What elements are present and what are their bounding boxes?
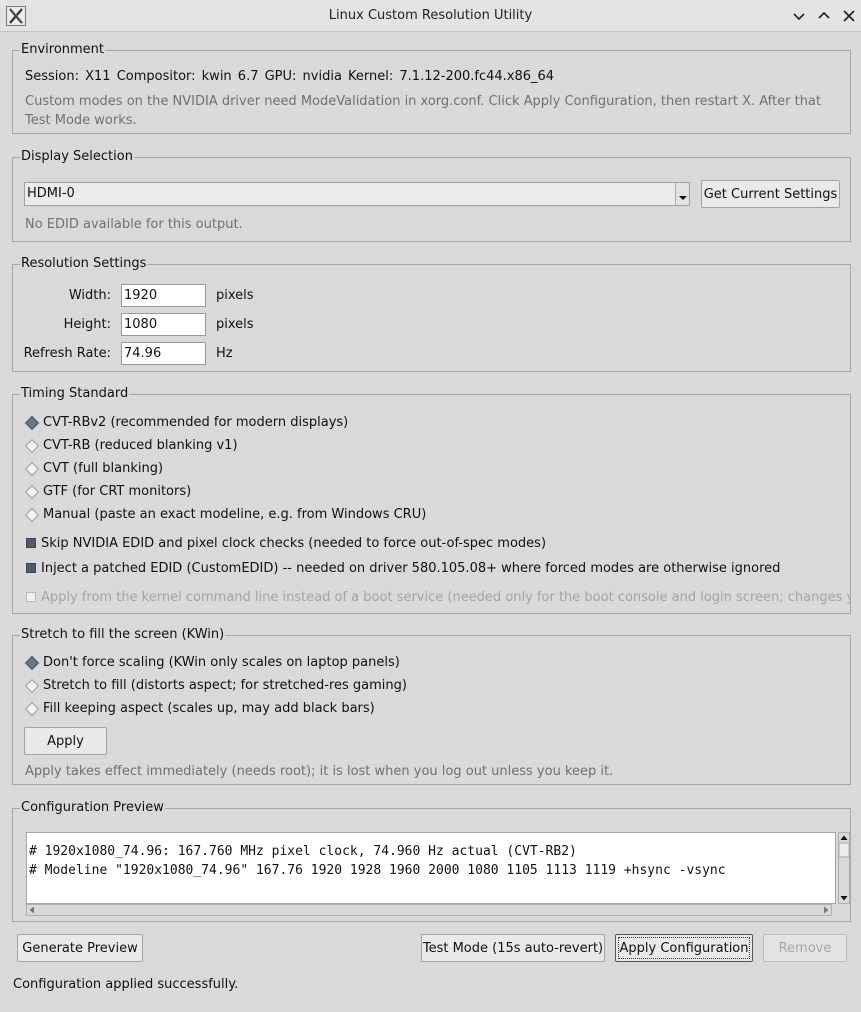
skip-checks-label[interactable]: Skip NVIDIA EDID and pixel clock checks … (41, 536, 546, 552)
vertical-scrollbar[interactable] (838, 832, 850, 904)
inject-edid-label[interactable]: Inject a patched EDID (CustomEDID) -- ne… (41, 561, 780, 577)
timing-standard-legend: Timing Standard (20, 386, 130, 402)
kernel-cmdline-label[interactable]: Apply from the kernel command line inste… (41, 590, 850, 606)
stretch-radio-2[interactable] (24, 678, 40, 694)
stretch-option-label-1[interactable]: Don't force scaling (KWin only scales on… (43, 655, 400, 671)
height-input[interactable]: 1080 (121, 313, 206, 336)
kernel-cmdline-row: Apply from the kernel command line inste… (13, 581, 850, 611)
preview-line-1: # 1920x1080_74.96: 167.760 MHz pixel clo… (29, 844, 577, 859)
output-select[interactable]: HDMI-0 (24, 182, 690, 206)
stretch-option-label-3[interactable]: Fill keeping aspect (scales up, may add … (43, 701, 375, 717)
stretch-option-label-2[interactable]: Stretch to fill (distorts aspect; for st… (43, 678, 407, 694)
close-icon[interactable] (839, 6, 859, 26)
inject-edid-checkbox[interactable] (26, 563, 36, 573)
timing-radio-1[interactable] (24, 415, 40, 431)
timing-radio-3[interactable] (24, 461, 40, 477)
generate-preview-button[interactable]: Generate Preview (17, 934, 143, 962)
stretch-legend: Stretch to fill the screen (KWin) (20, 627, 226, 643)
refresh-rate-unit: Hz (216, 346, 233, 361)
timing-radio-5[interactable] (24, 507, 40, 523)
height-unit: pixels (216, 317, 254, 332)
kernel-cmdline-checkbox[interactable] (26, 592, 36, 602)
timing-option-label-5[interactable]: Manual (paste an exact modeline, e.g. fr… (43, 507, 426, 523)
window-title: Linux Custom Resolution Utility (328, 8, 533, 23)
timing-standard-group: Timing Standard CVT-RBv2 (recommended fo… (12, 386, 851, 614)
apply-configuration-button[interactable]: Apply Configuration (615, 934, 753, 962)
environment-legend: Environment (20, 42, 106, 58)
configuration-preview-legend: Configuration Preview (20, 800, 165, 816)
remove-button[interactable]: Remove (763, 934, 847, 962)
timing-option-label-3[interactable]: CVT (full blanking) (43, 461, 163, 477)
chevron-down-icon[interactable] (675, 183, 689, 205)
title-bar: Linux Custom Resolution Utility (0, 0, 861, 32)
height-label: Height: (63, 317, 111, 332)
horizontal-scrollbar[interactable] (26, 904, 832, 916)
environment-group: Environment Session: X11 Compositor: kwi… (12, 42, 851, 134)
chevron-down-icon[interactable] (789, 6, 809, 26)
get-current-settings-button[interactable]: Get Current Settings (701, 180, 840, 208)
width-label: Width: (68, 288, 111, 303)
stretch-radio-1[interactable] (24, 655, 40, 671)
environment-note-line1: Custom modes on the NVIDIA driver need M… (25, 94, 821, 109)
timing-radio-4[interactable] (24, 484, 40, 500)
session-info: Session: X11 Compositor: kwin 6.7 GPU: n… (25, 69, 555, 84)
timing-option-label-1[interactable]: CVT-RBv2 (recommended for modern display… (43, 415, 348, 431)
timing-option-label-2[interactable]: CVT-RB (reduced blanking v1) (43, 438, 238, 454)
chevron-up-icon[interactable] (814, 6, 834, 26)
refresh-rate-input[interactable]: 74.96 (121, 342, 206, 365)
stretch-note: Apply takes effect immediately (needs ro… (25, 764, 614, 779)
timing-radio-2[interactable] (24, 438, 40, 454)
resolution-settings-legend: Resolution Settings (20, 256, 148, 272)
display-selection-legend: Display Selection (20, 149, 134, 165)
timing-option-label-4[interactable]: GTF (for CRT monitors) (43, 484, 191, 500)
width-input[interactable]: 1920 (121, 284, 206, 307)
stretch-group: Stretch to fill the screen (KWin) Don't … (12, 627, 851, 785)
test-mode-button[interactable]: Test Mode (15s auto-revert) (421, 934, 605, 962)
display-selection-group: Display Selection HDMI-0 Get Current Set… (12, 149, 851, 242)
resolution-settings-group: Resolution Settings Width: 1920 pixels H… (12, 256, 851, 372)
preview-line-2: # Modeline "1920x1080_74.96" 167.76 1920… (29, 863, 726, 878)
refresh-rate-label: Refresh Rate: (23, 346, 111, 361)
skip-checks-checkbox[interactable] (26, 538, 36, 548)
configuration-preview-group: Configuration Preview # 1920x1080_74.96:… (12, 800, 851, 922)
edid-status: No EDID available for this output. (25, 217, 243, 232)
stretch-radio-3[interactable] (24, 701, 40, 717)
configuration-preview-text[interactable]: # 1920x1080_74.96: 167.760 MHz pixel clo… (26, 832, 836, 904)
environment-note-line2: Test Mode works. (25, 113, 137, 128)
output-select-value: HDMI-0 (27, 186, 75, 201)
width-unit: pixels (216, 288, 254, 303)
status-message: Configuration applied successfully. (13, 977, 239, 992)
stretch-apply-button[interactable]: Apply (24, 727, 107, 755)
